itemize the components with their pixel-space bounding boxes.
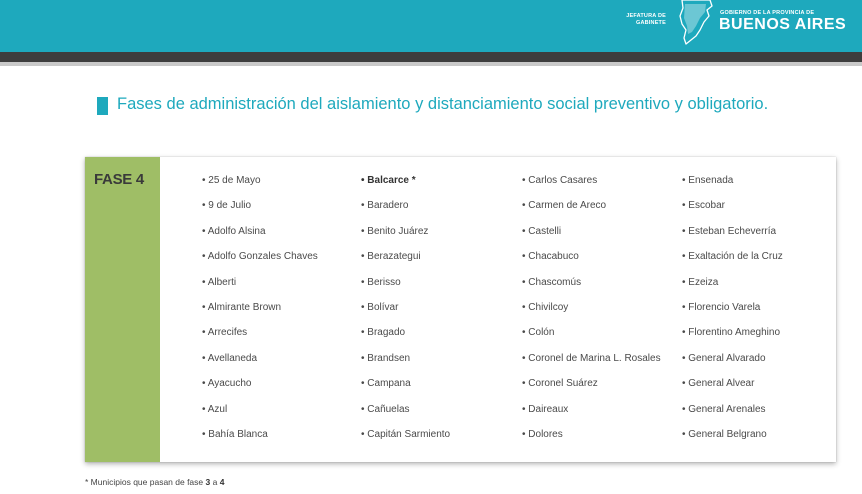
list-item: • Benito Juárez — [361, 225, 429, 237]
list-item: • Almirante Brown — [202, 301, 282, 313]
municipality-column-1: • 25 de Mayo • 9 de Julio • Adolfo Alsin… — [202, 175, 318, 454]
list-item: • Adolfo Gonzales Chaves — [202, 251, 318, 263]
list-item: • Ayacucho — [202, 378, 252, 390]
list-item: • Bragado — [361, 327, 406, 339]
list-item: • Carmen de Areco — [522, 200, 607, 212]
title-marker — [97, 97, 108, 115]
municipality-column-3: • Carlos Casares • Carmen de Areco • Cas… — [522, 175, 661, 454]
list-item: • Arrecifes — [202, 327, 248, 339]
list-item: • Berisso — [361, 276, 401, 288]
list-item: • Daireaux — [522, 403, 569, 415]
list-item: • 9 de Julio — [202, 200, 252, 212]
list-item: • Cañuelas — [361, 403, 410, 415]
jefatura-label: JEFATURA DE GABINETE — [626, 13, 666, 26]
list-item: • Carlos Casares — [522, 175, 598, 186]
list-item: • Dolores — [522, 428, 563, 440]
list-item: • Florencio Varela — [682, 301, 761, 313]
gba-logo-text: BUENOS AIRES — [719, 16, 847, 33]
list-item: • Campana — [361, 378, 411, 390]
footnote-middle: a — [210, 477, 220, 487]
list-item: • Colón — [522, 327, 555, 339]
list-item: • Avellaneda — [202, 352, 258, 364]
footnote: * Municipios que pasan de fase 3 a 4 — [85, 477, 224, 487]
list-item: • Bolívar — [361, 301, 399, 313]
list-item: • Ezeiza — [682, 276, 719, 288]
list-item: • Brandsen — [361, 352, 411, 364]
list-item: • Capitán Sarmiento — [361, 428, 451, 440]
list-item: • Azul — [202, 403, 228, 415]
header-divider-light — [0, 62, 862, 66]
municipality-column-2: • Balcarce * • Baradero • Benito Juárez … — [361, 175, 450, 454]
list-item: • General Alvear — [682, 378, 755, 390]
list-item: • Chacabuco — [522, 251, 579, 263]
phase-tab: FASE 4 — [85, 157, 160, 462]
list-item: • Ensenada — [682, 175, 734, 186]
list-item: • Escobar — [682, 200, 725, 212]
list-item: • Adolfo Alsina — [202, 225, 266, 237]
list-item: • Bahía Blanca — [202, 428, 268, 440]
footnote-text: Municipios que pasan de fase — [88, 477, 206, 487]
list-item: • 25 de Mayo — [202, 175, 261, 186]
list-item: • Esteban Echeverría — [682, 225, 777, 237]
list-item: • Berazategui — [361, 251, 421, 263]
list-item: • Chascomús — [522, 276, 582, 288]
header-divider — [0, 52, 862, 62]
list-item: • Baradero — [361, 200, 409, 212]
list-item: • General Arenales — [682, 403, 766, 415]
list-item: • Florentino Ameghino — [682, 327, 781, 339]
list-item: • Alberti — [202, 276, 237, 288]
page-title: Fases de administración del aislamiento … — [117, 95, 769, 113]
province-map-logo-icon — [679, 0, 713, 45]
footnote-to-phase: 4 — [219, 477, 225, 487]
list-item-highlighted: • Balcarce * — [361, 175, 416, 186]
list-item: • General Belgrano — [682, 428, 767, 440]
list-item: • Exaltación de la Cruz — [682, 251, 783, 263]
phase-label: FASE 4 — [94, 171, 144, 188]
phase-card: FASE 4 • 25 de Mayo • 9 de Julio • Adolf… — [85, 157, 836, 462]
list-item: • General Alvarado — [682, 352, 766, 364]
list-item: • Chivilcoy — [522, 301, 569, 313]
municipality-column-4: • Ensenada • Escobar • Esteban Echeverrí… — [682, 175, 783, 454]
list-item: • Coronel Suárez — [522, 378, 598, 390]
list-item: • Coronel de Marina L. Rosales — [522, 352, 661, 364]
list-item: • Castelli — [522, 225, 562, 237]
